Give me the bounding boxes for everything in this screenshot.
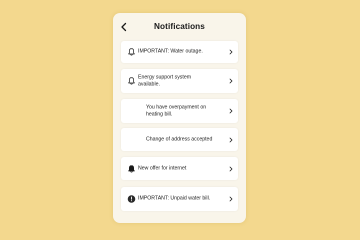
notification-item-internet-offer[interactable]: New offer for internet bbox=[121, 157, 238, 180]
chevron-right-icon bbox=[229, 49, 233, 55]
notification-text: You have overpayment on heating bill. bbox=[146, 104, 207, 117]
bell-icon bbox=[128, 48, 135, 56]
notification-item-energy-support[interactable]: Energy support system available. bbox=[121, 69, 238, 93]
alert-circle-icon bbox=[127, 195, 136, 203]
bell-icon bbox=[128, 77, 135, 85]
chevron-right-icon bbox=[229, 196, 233, 202]
notification-text: Change of address accepted bbox=[146, 136, 213, 143]
notifications-panel: Notifications IMPORTANT: Water outage. E… bbox=[113, 13, 246, 223]
chevron-right-icon bbox=[229, 78, 233, 84]
page-title: Notifications bbox=[154, 22, 205, 31]
notification-text: Energy support system available. bbox=[138, 74, 192, 87]
notification-item-overpayment[interactable]: You have overpayment on heating bill. bbox=[121, 99, 238, 123]
notification-text: IMPORTANT: Water outage. bbox=[138, 48, 203, 55]
notification-item-change-of-address[interactable]: Change of address accepted bbox=[121, 128, 238, 151]
chevron-right-icon bbox=[229, 166, 233, 171]
notification-item-water-outage[interactable]: IMPORTANT: Water outage. bbox=[121, 41, 238, 63]
notification-item-unpaid-water-bill[interactable]: IMPORTANT: Unpaid water bill. bbox=[121, 187, 238, 211]
notification-text: IMPORTANT: Unpaid water bill. bbox=[138, 195, 211, 202]
chevron-right-icon bbox=[229, 108, 233, 114]
header: Notifications bbox=[113, 13, 246, 41]
bell-icon bbox=[128, 164, 135, 173]
notification-text: New offer for internet bbox=[138, 165, 187, 172]
chevron-right-icon bbox=[229, 137, 233, 142]
